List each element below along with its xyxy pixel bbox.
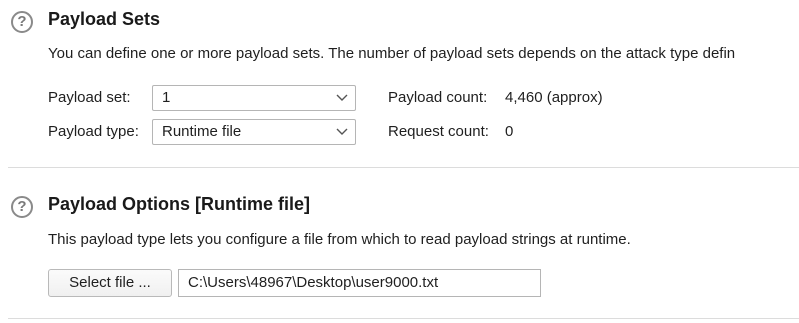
payload-options-description: This payload type lets you configure a f…	[48, 231, 631, 248]
payload-set-dropdown[interactable]: 1	[152, 85, 356, 111]
section-divider	[8, 167, 799, 168]
payload-sets-description: You can define one or more payload sets.…	[48, 45, 736, 62]
request-count-value: 0	[505, 123, 514, 140]
payload-sets-help-icon[interactable]: ?	[11, 11, 33, 33]
payload-type-label: Payload type:	[48, 123, 139, 140]
chevron-down-icon	[336, 94, 348, 101]
payload-options-help-icon[interactable]: ?	[11, 196, 33, 218]
intruder-payloads-panel: ? Payload Sets You can define one or mor…	[0, 0, 799, 323]
request-count-label: Request count:	[388, 123, 489, 140]
payload-set-label: Payload set:	[48, 89, 131, 106]
file-path-value: C:\Users\48967\Desktop\user9000.txt	[188, 274, 439, 291]
payload-type-dropdown[interactable]: Runtime file	[152, 119, 356, 145]
payload-count-value: 4,460 (approx)	[505, 89, 603, 106]
chevron-down-icon	[336, 128, 348, 135]
file-path-field[interactable]: C:\Users\48967\Desktop\user9000.txt	[178, 269, 541, 297]
payload-set-value: 1	[162, 89, 171, 106]
payload-count-label: Payload count:	[388, 89, 488, 106]
payload-type-value: Runtime file	[162, 123, 242, 140]
payload-options-title: Payload Options [Runtime file]	[48, 194, 311, 214]
select-file-button[interactable]: Select file ...	[48, 269, 172, 297]
payload-sets-title: Payload Sets	[48, 9, 161, 29]
bottom-divider	[8, 318, 799, 319]
